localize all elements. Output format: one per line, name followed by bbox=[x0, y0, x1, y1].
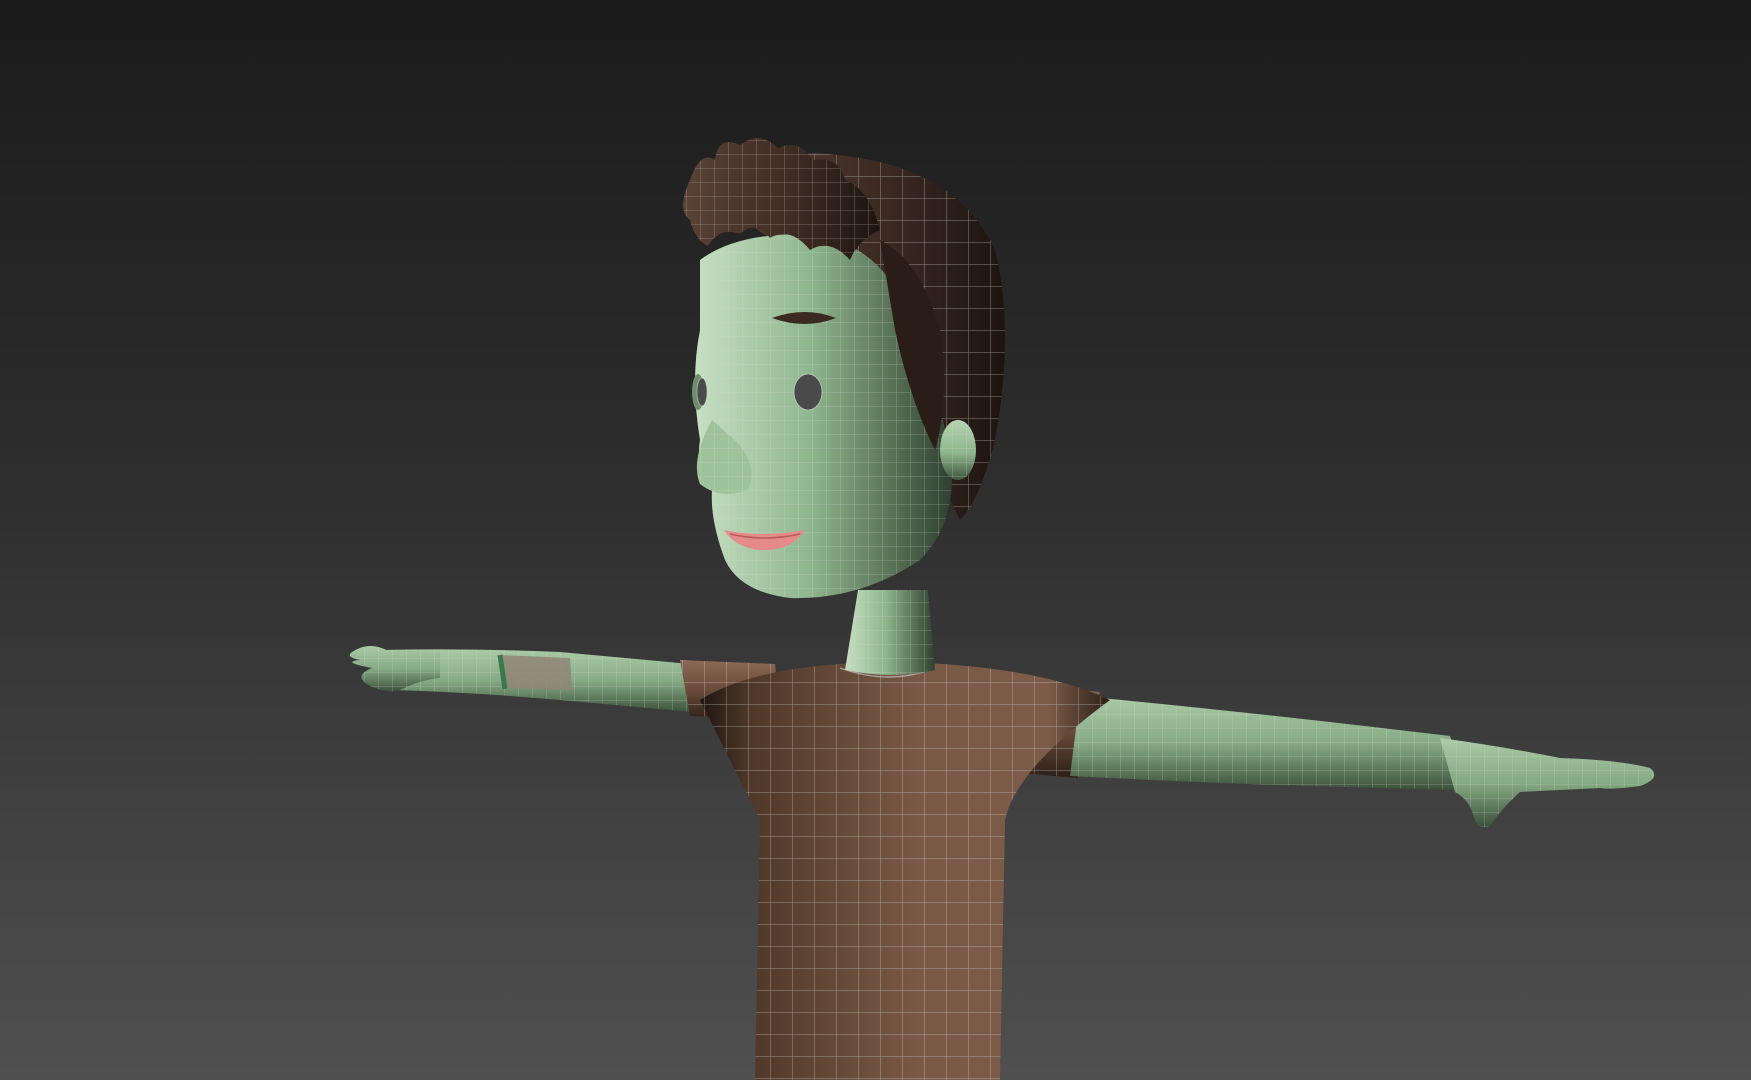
eye-right bbox=[793, 373, 823, 411]
head[interactable] bbox=[683, 138, 1005, 599]
torso[interactable] bbox=[700, 662, 1110, 1080]
neck[interactable] bbox=[845, 590, 935, 675]
eye-left bbox=[696, 377, 708, 407]
left-wristband bbox=[500, 655, 572, 690]
3d-viewport[interactable] bbox=[0, 0, 1751, 1080]
character-model[interactable] bbox=[0, 0, 1751, 1080]
